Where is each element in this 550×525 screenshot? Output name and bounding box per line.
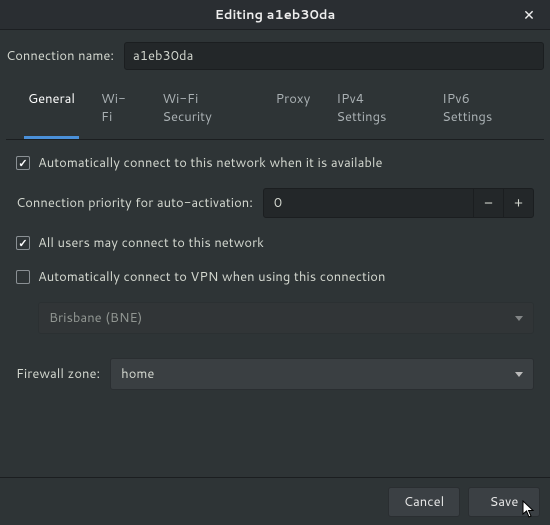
close-icon[interactable]: ✕ bbox=[514, 0, 544, 29]
priority-value: 0 bbox=[264, 194, 473, 212]
connection-name-label: Connection name: bbox=[6, 47, 114, 65]
firewall-zone-value: home bbox=[121, 365, 154, 383]
tab-proxy[interactable]: Proxy bbox=[272, 82, 315, 139]
autoconnect-row: Automatically connect to this network wh… bbox=[16, 154, 534, 172]
priority-label: Connection priority for auto-activation: bbox=[16, 194, 253, 212]
chevron-down-icon bbox=[515, 372, 523, 377]
allusers-row: All users may connect to this network bbox=[16, 234, 534, 252]
autovpn-row: Automatically connect to VPN when using … bbox=[16, 268, 534, 286]
save-button[interactable]: Save bbox=[468, 487, 540, 517]
tab-ipv6[interactable]: IPv6 Settings bbox=[438, 82, 526, 139]
tabs: General Wi-Fi Wi-Fi Security Proxy IPv4 … bbox=[6, 82, 544, 140]
allusers-label: All users may connect to this network bbox=[38, 234, 264, 252]
vpn-select-value: Brisbane (BNE) bbox=[49, 309, 142, 327]
tab-wifi[interactable]: Wi-Fi bbox=[97, 82, 140, 139]
tab-wifi-security[interactable]: Wi-Fi Security bbox=[158, 82, 253, 139]
dialog-footer: Cancel Save bbox=[0, 477, 550, 525]
tab-general[interactable]: General bbox=[24, 82, 79, 139]
tab-content-general: Automatically connect to this network wh… bbox=[0, 140, 550, 477]
firewall-zone-label: Firewall zone: bbox=[16, 365, 100, 383]
firewall-zone-select[interactable]: home bbox=[110, 358, 534, 390]
chevron-down-icon bbox=[515, 316, 523, 321]
autoconnect-label: Automatically connect to this network wh… bbox=[38, 154, 383, 172]
firewall-zone-row: Firewall zone: home bbox=[16, 358, 534, 390]
autovpn-checkbox[interactable] bbox=[16, 270, 30, 284]
connection-name-input[interactable] bbox=[124, 42, 544, 70]
tab-ipv4[interactable]: IPv4 Settings bbox=[332, 82, 420, 139]
titlebar: Editing a1eb30da ✕ bbox=[0, 0, 550, 30]
allusers-checkbox[interactable] bbox=[16, 236, 30, 250]
window-title: Editing a1eb30da bbox=[215, 6, 336, 24]
vpn-select: Brisbane (BNE) bbox=[38, 302, 534, 334]
autovpn-label: Automatically connect to VPN when using … bbox=[38, 268, 385, 286]
connection-name-row: Connection name: bbox=[0, 30, 550, 78]
priority-row: Connection priority for auto-activation:… bbox=[16, 188, 534, 218]
priority-spinbox[interactable]: 0 − + bbox=[263, 188, 534, 218]
autoconnect-checkbox[interactable] bbox=[16, 156, 30, 170]
priority-increment-button[interactable]: + bbox=[503, 189, 533, 217]
priority-decrement-button[interactable]: − bbox=[473, 189, 503, 217]
cancel-button[interactable]: Cancel bbox=[388, 487, 460, 517]
